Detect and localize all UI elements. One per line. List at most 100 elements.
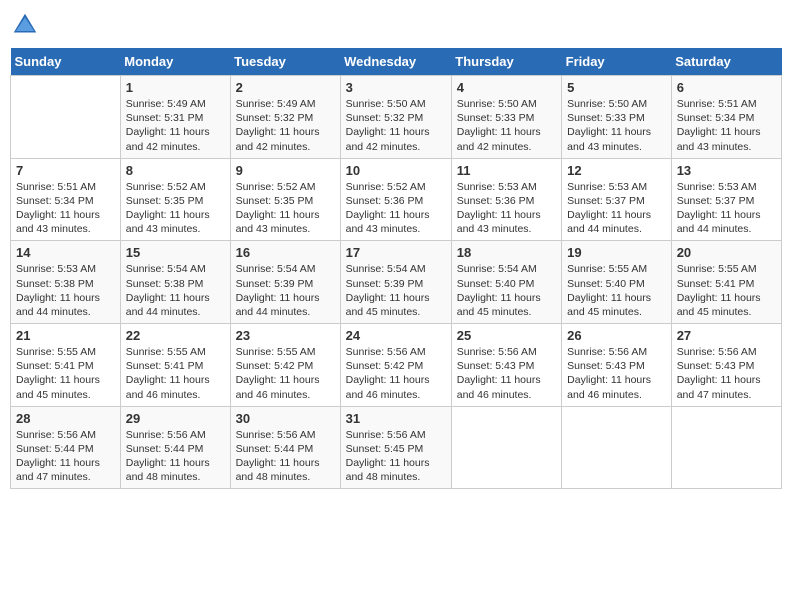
day-info: Sunrise: 5:49 AM Sunset: 5:32 PM Dayligh… bbox=[236, 97, 335, 154]
week-row-1: 1 Sunrise: 5:49 AM Sunset: 5:31 PM Daylig… bbox=[11, 76, 782, 159]
day-number: 18 bbox=[457, 245, 556, 260]
day-cell: 9 Sunrise: 5:52 AM Sunset: 5:35 PM Daylig… bbox=[230, 158, 340, 241]
day-cell: 24 Sunrise: 5:56 AM Sunset: 5:42 PM Dayli… bbox=[340, 324, 451, 407]
day-cell: 30Sunrise: 5:56 AM Sunset: 5:44 PM Dayli… bbox=[230, 406, 340, 489]
day-number: 14 bbox=[16, 245, 115, 260]
day-info: Sunrise: 5:55 AM Sunset: 5:41 PM Dayligh… bbox=[677, 262, 776, 319]
day-info: Sunrise: 5:55 AM Sunset: 5:40 PM Dayligh… bbox=[567, 262, 666, 319]
day-number: 9 bbox=[236, 163, 335, 178]
day-number: 2 bbox=[236, 80, 335, 95]
day-number: 11 bbox=[457, 163, 556, 178]
header-monday: Monday bbox=[120, 48, 230, 76]
day-info: Sunrise: 5:53 AM Sunset: 5:37 PM Dayligh… bbox=[567, 180, 666, 237]
day-info: Sunrise: 5:52 AM Sunset: 5:36 PM Dayligh… bbox=[346, 180, 446, 237]
day-number: 6 bbox=[677, 80, 776, 95]
day-cell: 1 Sunrise: 5:49 AM Sunset: 5:31 PM Daylig… bbox=[120, 76, 230, 159]
page-header bbox=[10, 10, 782, 40]
day-number: 29 bbox=[126, 411, 225, 426]
day-cell bbox=[562, 406, 672, 489]
day-number: 17 bbox=[346, 245, 446, 260]
day-number: 26 bbox=[567, 328, 666, 343]
day-info: Sunrise: 5:56 AM Sunset: 5:45 PM Dayligh… bbox=[346, 428, 446, 485]
day-number: 21 bbox=[16, 328, 115, 343]
day-info: Sunrise: 5:54 AM Sunset: 5:38 PM Dayligh… bbox=[126, 262, 225, 319]
day-info: Sunrise: 5:51 AM Sunset: 5:34 PM Dayligh… bbox=[677, 97, 776, 154]
week-row-2: 7Sunrise: 5:51 AM Sunset: 5:34 PM Daylig… bbox=[11, 158, 782, 241]
day-info: Sunrise: 5:56 AM Sunset: 5:43 PM Dayligh… bbox=[677, 345, 776, 402]
day-cell: 12Sunrise: 5:53 AM Sunset: 5:37 PM Dayli… bbox=[562, 158, 672, 241]
day-number: 13 bbox=[677, 163, 776, 178]
header-saturday: Saturday bbox=[671, 48, 781, 76]
day-number: 25 bbox=[457, 328, 556, 343]
header-friday: Friday bbox=[562, 48, 672, 76]
day-cell: 28 Sunrise: 5:56 AM Sunset: 5:44 PM Dayli… bbox=[11, 406, 121, 489]
calendar-table: SundayMondayTuesdayWednesdayThursdayFrid… bbox=[10, 48, 782, 489]
day-cell: 22 Sunrise: 5:55 AM Sunset: 5:41 PM Dayli… bbox=[120, 324, 230, 407]
day-cell: 21 Sunrise: 5:55 AM Sunset: 5:41 PM Dayli… bbox=[11, 324, 121, 407]
day-cell: 19 Sunrise: 5:55 AM Sunset: 5:40 PM Dayli… bbox=[562, 241, 672, 324]
day-number: 5 bbox=[567, 80, 666, 95]
day-info: Sunrise: 5:53 AM Sunset: 5:37 PM Dayligh… bbox=[677, 180, 776, 237]
day-number: 19 bbox=[567, 245, 666, 260]
day-info: Sunrise: 5:56 AM Sunset: 5:43 PM Dayligh… bbox=[567, 345, 666, 402]
header-sunday: Sunday bbox=[11, 48, 121, 76]
day-cell: 17 Sunrise: 5:54 AM Sunset: 5:39 PM Dayli… bbox=[340, 241, 451, 324]
day-cell: 15Sunrise: 5:54 AM Sunset: 5:38 PM Dayli… bbox=[120, 241, 230, 324]
day-cell: 23 Sunrise: 5:55 AM Sunset: 5:42 PM Dayli… bbox=[230, 324, 340, 407]
day-info: Sunrise: 5:54 AM Sunset: 5:39 PM Dayligh… bbox=[346, 262, 446, 319]
day-cell: 4 Sunrise: 5:50 AM Sunset: 5:33 PM Daylig… bbox=[451, 76, 561, 159]
day-info: Sunrise: 5:51 AM Sunset: 5:34 PM Dayligh… bbox=[16, 180, 115, 237]
day-cell: 25 Sunrise: 5:56 AM Sunset: 5:43 PM Dayli… bbox=[451, 324, 561, 407]
day-cell: 5 Sunrise: 5:50 AM Sunset: 5:33 PM Daylig… bbox=[562, 76, 672, 159]
day-cell: 31 Sunrise: 5:56 AM Sunset: 5:45 PM Dayli… bbox=[340, 406, 451, 489]
week-row-3: 14 Sunrise: 5:53 AM Sunset: 5:38 PM Dayli… bbox=[11, 241, 782, 324]
day-number: 10 bbox=[346, 163, 446, 178]
day-number: 22 bbox=[126, 328, 225, 343]
day-number: 20 bbox=[677, 245, 776, 260]
day-info: Sunrise: 5:55 AM Sunset: 5:41 PM Dayligh… bbox=[16, 345, 115, 402]
day-number: 4 bbox=[457, 80, 556, 95]
day-info: Sunrise: 5:56 AM Sunset: 5:44 PM Dayligh… bbox=[236, 428, 335, 485]
day-info: Sunrise: 5:50 AM Sunset: 5:33 PM Dayligh… bbox=[567, 97, 666, 154]
day-info: Sunrise: 5:52 AM Sunset: 5:35 PM Dayligh… bbox=[236, 180, 335, 237]
day-info: Sunrise: 5:55 AM Sunset: 5:41 PM Dayligh… bbox=[126, 345, 225, 402]
day-info: Sunrise: 5:54 AM Sunset: 5:40 PM Dayligh… bbox=[457, 262, 556, 319]
day-cell: 10 Sunrise: 5:52 AM Sunset: 5:36 PM Dayli… bbox=[340, 158, 451, 241]
header-wednesday: Wednesday bbox=[340, 48, 451, 76]
logo-icon bbox=[10, 10, 40, 40]
day-info: Sunrise: 5:50 AM Sunset: 5:33 PM Dayligh… bbox=[457, 97, 556, 154]
day-cell: 16 Sunrise: 5:54 AM Sunset: 5:39 PM Dayli… bbox=[230, 241, 340, 324]
day-info: Sunrise: 5:53 AM Sunset: 5:38 PM Dayligh… bbox=[16, 262, 115, 319]
day-info: Sunrise: 5:55 AM Sunset: 5:42 PM Dayligh… bbox=[236, 345, 335, 402]
day-cell: 20 Sunrise: 5:55 AM Sunset: 5:41 PM Dayli… bbox=[671, 241, 781, 324]
day-cell bbox=[671, 406, 781, 489]
day-info: Sunrise: 5:56 AM Sunset: 5:44 PM Dayligh… bbox=[126, 428, 225, 485]
day-info: Sunrise: 5:50 AM Sunset: 5:32 PM Dayligh… bbox=[346, 97, 446, 154]
day-cell: 11Sunrise: 5:53 AM Sunset: 5:36 PM Dayli… bbox=[451, 158, 561, 241]
day-cell: 3 Sunrise: 5:50 AM Sunset: 5:32 PM Daylig… bbox=[340, 76, 451, 159]
day-cell: 14 Sunrise: 5:53 AM Sunset: 5:38 PM Dayli… bbox=[11, 241, 121, 324]
day-info: Sunrise: 5:49 AM Sunset: 5:31 PM Dayligh… bbox=[126, 97, 225, 154]
day-cell: 13 Sunrise: 5:53 AM Sunset: 5:37 PM Dayli… bbox=[671, 158, 781, 241]
week-row-5: 28 Sunrise: 5:56 AM Sunset: 5:44 PM Dayli… bbox=[11, 406, 782, 489]
day-cell: 29 Sunrise: 5:56 AM Sunset: 5:44 PM Dayli… bbox=[120, 406, 230, 489]
logo bbox=[10, 10, 44, 40]
day-number: 24 bbox=[346, 328, 446, 343]
day-info: Sunrise: 5:56 AM Sunset: 5:44 PM Dayligh… bbox=[16, 428, 115, 485]
day-number: 3 bbox=[346, 80, 446, 95]
day-info: Sunrise: 5:56 AM Sunset: 5:43 PM Dayligh… bbox=[457, 345, 556, 402]
day-cell: 8Sunrise: 5:52 AM Sunset: 5:35 PM Daylig… bbox=[120, 158, 230, 241]
day-number: 28 bbox=[16, 411, 115, 426]
day-number: 1 bbox=[126, 80, 225, 95]
day-number: 16 bbox=[236, 245, 335, 260]
day-number: 31 bbox=[346, 411, 446, 426]
day-number: 27 bbox=[677, 328, 776, 343]
week-row-4: 21 Sunrise: 5:55 AM Sunset: 5:41 PM Dayli… bbox=[11, 324, 782, 407]
day-info: Sunrise: 5:54 AM Sunset: 5:39 PM Dayligh… bbox=[236, 262, 335, 319]
day-cell: 2 Sunrise: 5:49 AM Sunset: 5:32 PM Daylig… bbox=[230, 76, 340, 159]
day-number: 23 bbox=[236, 328, 335, 343]
day-cell: 7Sunrise: 5:51 AM Sunset: 5:34 PM Daylig… bbox=[11, 158, 121, 241]
day-cell: 26 Sunrise: 5:56 AM Sunset: 5:43 PM Dayli… bbox=[562, 324, 672, 407]
header-tuesday: Tuesday bbox=[230, 48, 340, 76]
day-info: Sunrise: 5:56 AM Sunset: 5:42 PM Dayligh… bbox=[346, 345, 446, 402]
